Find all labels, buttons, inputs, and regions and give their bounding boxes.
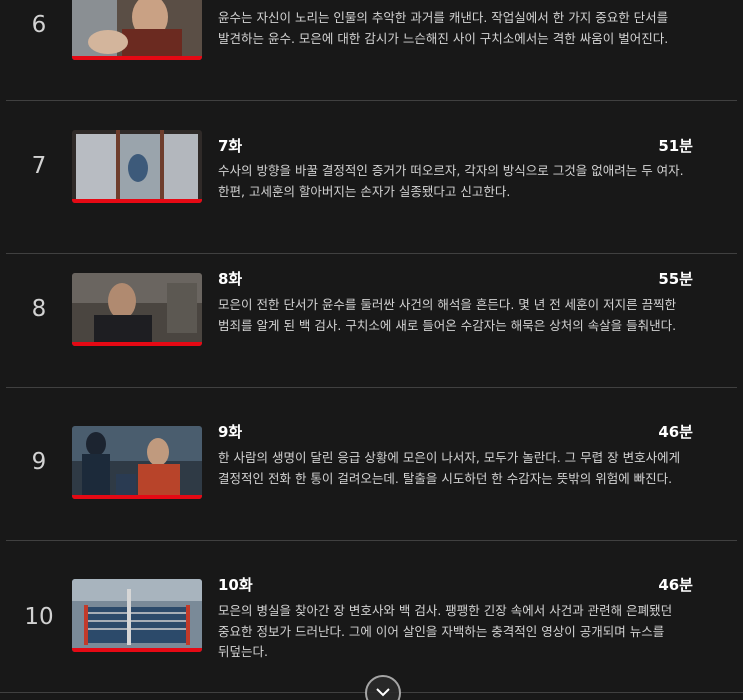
episode-thumbnail[interactable]: [72, 579, 202, 652]
progress-fill: [72, 56, 202, 60]
episode-thumbnail[interactable]: [72, 130, 202, 203]
episode-synopsis: 한 사람의 생명이 달린 응급 상황에 모은이 나서자, 모두가 놀란다. 그 …: [218, 450, 681, 486]
episode-duration: 51분: [658, 137, 693, 155]
episode-index: 9: [31, 449, 47, 475]
episode-row[interactable]: 6 윤수는 자신이 노리는 인물의 추악한 과거를 캐낸다. 작업실에서 한 가…: [6, 0, 737, 101]
thumbnail-image: [72, 273, 202, 346]
episode-duration: 46분: [658, 576, 693, 594]
progress-fill: [72, 648, 202, 652]
episode-index: 6: [31, 12, 47, 38]
chevron-down-icon: [376, 688, 390, 697]
episode-row[interactable]: 8 8화 55분 모은이 전한 단서가 윤수를 둘러싼 사건의 해석을 흔든다.…: [6, 234, 737, 388]
progress-bar: [72, 199, 202, 203]
progress-fill: [72, 342, 202, 346]
episode-duration: 55분: [658, 270, 693, 288]
episode-row[interactable]: 7 7화 51분 수사의 방향을 바꿀 결정적인 증거가 떠오르자, 각자의 방…: [6, 100, 737, 254]
episode-thumbnail[interactable]: [72, 0, 202, 60]
episode-index: 7: [31, 153, 47, 179]
thumbnail-image: [72, 130, 202, 203]
episode-synopsis: 모은이 전한 단서가 윤수를 둘러싼 사건의 해석을 흔든다. 몇 년 전 세훈…: [218, 297, 677, 333]
episode-duration: 46분: [658, 423, 693, 441]
episode-title: 9화: [218, 423, 243, 441]
episode-thumbnail[interactable]: [72, 273, 202, 346]
progress-bar: [72, 342, 202, 346]
episode-synopsis: 수사의 방향을 바꿀 결정적인 증거가 떠오르자, 각자의 방식으로 그것을 없…: [218, 163, 684, 199]
thumbnail-image: [72, 426, 202, 499]
episode-synopsis: 윤수는 자신이 노리는 인물의 추악한 과거를 캐낸다. 작업실에서 한 가지 …: [218, 10, 669, 46]
episode-title: 7화: [218, 137, 243, 155]
episode-title: 10화: [218, 576, 253, 594]
progress-fill: [72, 199, 202, 203]
progress-bar: [72, 495, 202, 499]
progress-bar: [72, 56, 202, 60]
episode-list: 6 윤수는 자신이 노리는 인물의 추악한 과거를 캐낸다. 작업실에서 한 가…: [0, 0, 743, 700]
episode-index: 10: [24, 604, 54, 630]
progress-fill: [72, 495, 202, 499]
episode-title: 8화: [218, 270, 243, 288]
episode-row[interactable]: 9 9화 46분 한 사람의 생명이 달린 응급 상황에 모은이 나서자, 모두…: [6, 387, 737, 541]
episode-synopsis: 모은의 병실을 찾아간 장 변호사와 백 검사. 팽팽한 긴장 속에서 사건과 …: [218, 603, 673, 659]
episode-index: 8: [31, 296, 47, 322]
progress-bar: [72, 648, 202, 652]
thumbnail-image: [72, 0, 202, 60]
thumbnail-image: [72, 579, 202, 652]
episode-thumbnail[interactable]: [72, 426, 202, 499]
episode-row[interactable]: 10 10화 46분 모은의 병실을 찾아간 장 변호사와 백 검사. 팽팽한 …: [6, 540, 737, 693]
